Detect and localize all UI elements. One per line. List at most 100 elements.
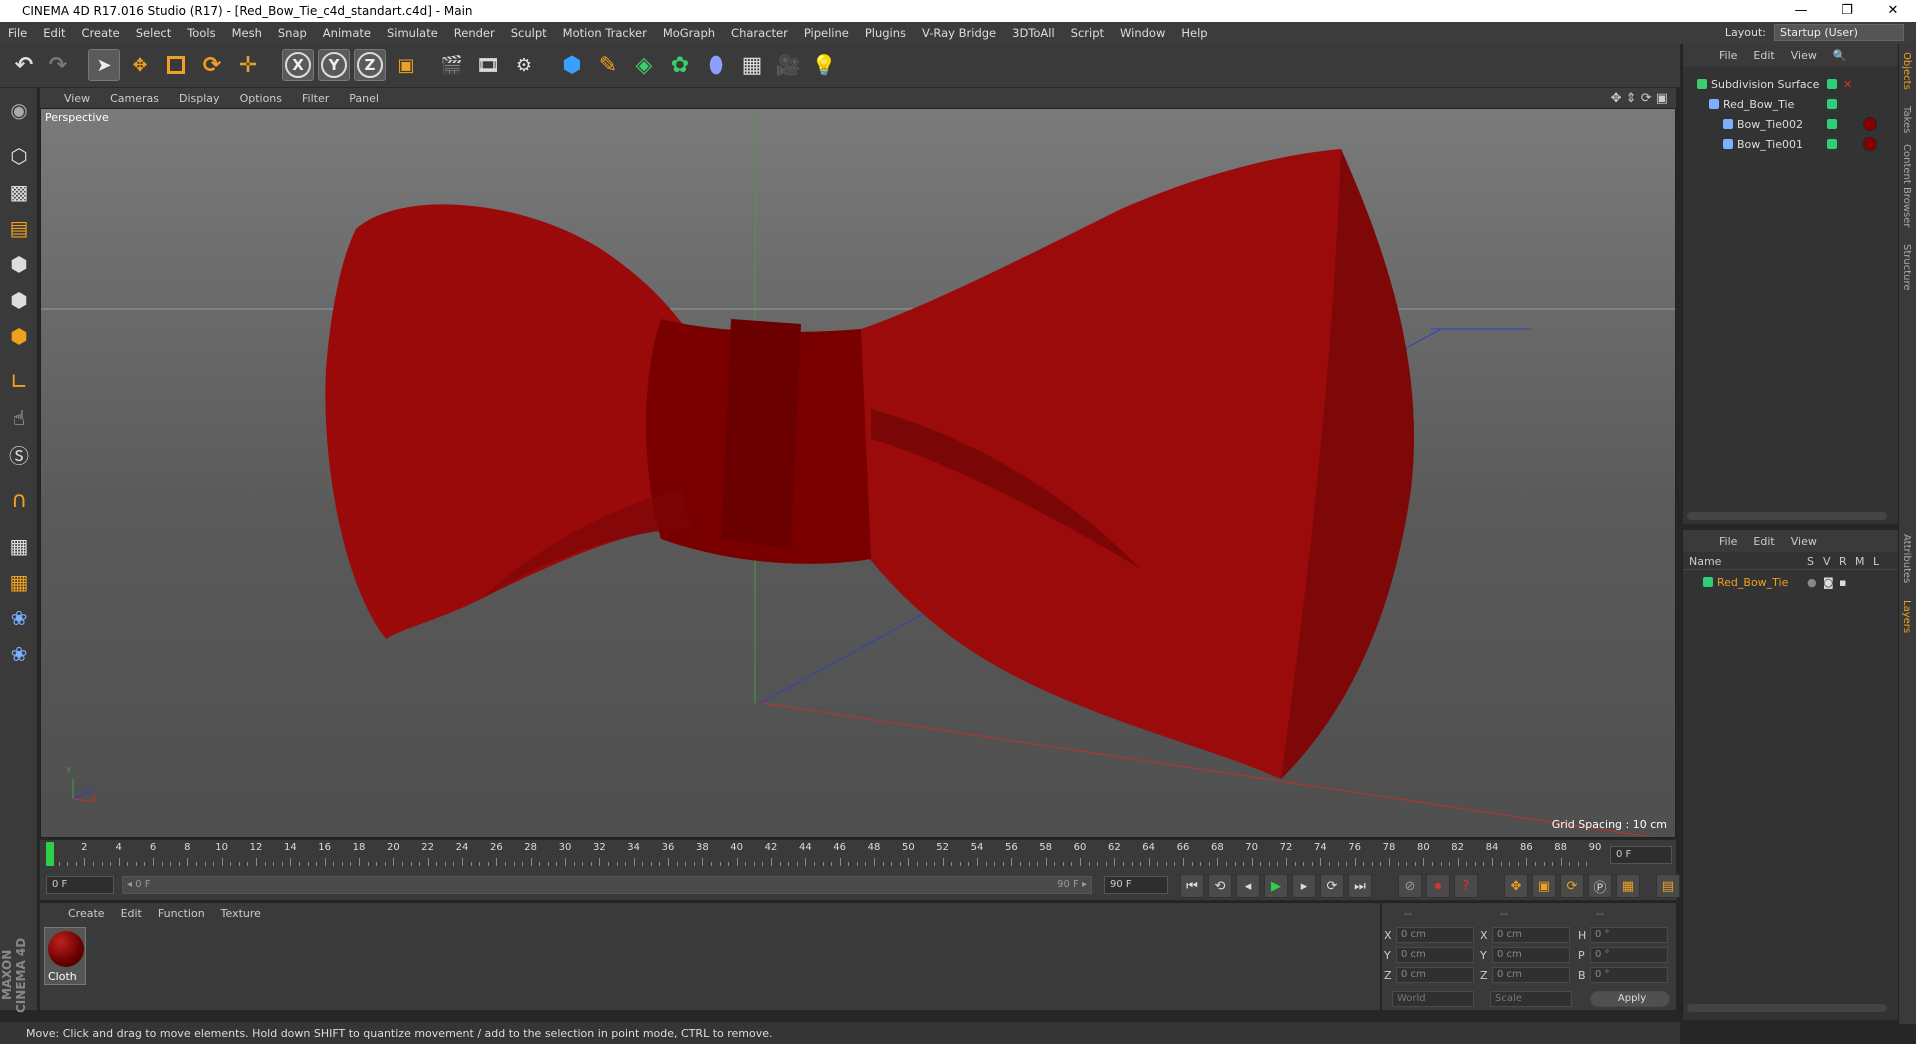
soft-selection-icon[interactable]: Ⓢ — [3, 438, 35, 470]
object-row[interactable]: Subdivision Surface ✕ — [1683, 74, 1899, 94]
transform-icon[interactable]: ✛ — [232, 49, 264, 81]
minimize-button[interactable]: — — [1778, 0, 1824, 22]
menu-pipeline[interactable]: Pipeline — [796, 26, 857, 40]
tab-structure[interactable]: Structure — [1901, 244, 1912, 291]
rotate-icon[interactable]: ⟳ — [196, 49, 228, 81]
cube-icon[interactable]: ⬢ — [556, 49, 588, 81]
menu-sculpt[interactable]: Sculpt — [503, 26, 555, 40]
material-menu-edit[interactable]: Edit — [113, 907, 150, 920]
world-select[interactable]: World — [1392, 991, 1474, 1007]
apply-button[interactable]: Apply — [1590, 991, 1670, 1007]
menu-snap[interactable]: Snap — [270, 26, 315, 40]
tab-objects[interactable]: Objects — [1901, 52, 1912, 90]
model-mode-icon[interactable]: ⬡ — [3, 140, 35, 172]
size-x-field[interactable]: 0 cm — [1492, 927, 1570, 943]
viewport-menu-display[interactable]: Display — [169, 92, 230, 105]
keyframe-selection-icon[interactable]: ⊘ — [1398, 874, 1422, 898]
render-settings-icon[interactable]: ⚙ — [508, 49, 540, 81]
size-y-field[interactable]: 0 cm — [1492, 947, 1570, 963]
python-script-icon[interactable]: ❀ — [3, 638, 35, 670]
size-z-field[interactable]: 0 cm — [1492, 967, 1570, 983]
next-frame-icon[interactable]: ▸ — [1292, 874, 1316, 898]
autokey-icon[interactable]: ? — [1454, 874, 1478, 898]
tweak-mode-icon[interactable]: ☝ — [3, 402, 35, 434]
layer-menu-file[interactable]: File — [1711, 535, 1745, 548]
tab-attributes[interactable]: Attributes — [1901, 534, 1912, 583]
undo-icon[interactable]: ↶ — [8, 49, 40, 81]
y-axis-lock-icon[interactable]: Y — [318, 49, 350, 81]
coordinate-system-icon[interactable]: ▣ — [390, 49, 422, 81]
tab-takes[interactable]: Takes — [1901, 106, 1912, 133]
object-scrollbar[interactable] — [1687, 512, 1887, 520]
viewport-menu-cameras[interactable]: Cameras — [100, 92, 169, 105]
viewport-nav-icons[interactable]: ✥ ⇕ ⟳ ▣ — [1611, 91, 1668, 106]
object-menu-file[interactable]: File — [1711, 49, 1745, 62]
viewport-menu-panel[interactable]: Panel — [339, 92, 389, 105]
current-frame-field[interactable]: 0 F — [1610, 846, 1672, 864]
menu-3dtoall[interactable]: 3DToAll — [1004, 26, 1063, 40]
material-tag-icon[interactable] — [1863, 117, 1877, 131]
close-button[interactable]: ✕ — [1870, 0, 1916, 22]
floor-icon[interactable]: ▦ — [736, 49, 768, 81]
menu-tools[interactable]: Tools — [179, 26, 223, 40]
lock-workplane-icon[interactable]: ▦ — [3, 530, 35, 562]
planar-workplane-icon[interactable]: ▦ — [3, 566, 35, 598]
record-icon[interactable]: ⏺ — [1426, 874, 1450, 898]
camera-icon[interactable]: 🎥 — [772, 49, 804, 81]
scale-icon[interactable] — [160, 49, 192, 81]
viewport-menu-filter[interactable]: Filter — [292, 92, 339, 105]
object-search-icon[interactable]: 🔍 — [1833, 49, 1847, 62]
menu-window[interactable]: Window — [1112, 26, 1173, 40]
position-z-field[interactable]: 0 cm — [1396, 967, 1474, 983]
python-icon[interactable]: ❀ — [3, 602, 35, 634]
menu-edit[interactable]: Edit — [35, 26, 73, 40]
move-icon[interactable]: ✥ — [124, 49, 156, 81]
layer-solo-toggle[interactable]: ● — [1807, 576, 1817, 589]
playhead[interactable] — [46, 842, 54, 866]
layer-visible-toggle[interactable]: ◙ — [1823, 576, 1834, 589]
start-frame-field[interactable]: 0 F — [46, 876, 114, 894]
object-menu-edit[interactable]: Edit — [1745, 49, 1782, 62]
menu-select[interactable]: Select — [128, 26, 179, 40]
rotation-b-field[interactable]: 0 ° — [1590, 967, 1668, 983]
layer-menu-view[interactable]: View — [1783, 535, 1825, 548]
menu-plugins[interactable]: Plugins — [857, 26, 914, 40]
rotation-h-field[interactable]: 0 ° — [1590, 927, 1668, 943]
go-to-end-icon[interactable]: ⏭ — [1348, 874, 1372, 898]
key-parameter-icon[interactable]: Ⓟ — [1588, 874, 1612, 898]
points-mode-icon[interactable]: ⬢ — [3, 248, 35, 280]
workplane-icon[interactable]: ▤ — [3, 212, 35, 244]
scale-select[interactable]: Scale — [1490, 991, 1572, 1007]
redo-icon[interactable]: ↷ — [42, 49, 74, 81]
menu-character[interactable]: Character — [723, 26, 796, 40]
layout-select[interactable]: Startup (User) — [1774, 24, 1904, 41]
previous-frame-icon[interactable]: ◂ — [1236, 874, 1260, 898]
key-pla-icon[interactable]: ▦ — [1616, 874, 1640, 898]
menu-script[interactable]: Script — [1063, 26, 1112, 40]
axis-mode-icon[interactable]: ∟ — [3, 366, 35, 398]
texture-mode-icon[interactable]: ▩ — [3, 176, 35, 208]
menu-motion-tracker[interactable]: Motion Tracker — [555, 26, 655, 40]
object-row[interactable]: Bow_Tie002 — [1683, 114, 1899, 134]
menu-simulate[interactable]: Simulate — [379, 26, 446, 40]
snap-magnet-icon[interactable]: ∩ — [3, 484, 35, 516]
live-selection-icon[interactable]: ➤ — [88, 49, 120, 81]
layer-row[interactable]: Red_Bow_Tie ● ◙ ▪ — [1683, 572, 1899, 592]
play-icon[interactable]: ▶ — [1264, 874, 1288, 898]
editor-visibility-dot[interactable] — [1827, 139, 1837, 149]
key-scale-icon[interactable]: ▣ — [1532, 874, 1556, 898]
previous-key-icon[interactable]: ⟲ — [1208, 874, 1232, 898]
layer-render-toggle[interactable]: ▪ — [1839, 576, 1846, 589]
object-row[interactable]: Red_Bow_Tie — [1683, 94, 1899, 114]
object-menu-view[interactable]: View — [1783, 49, 1825, 62]
viewport[interactable]: Perspective Y X Z Grid Spacing : 10 cm — [40, 108, 1676, 838]
menu-mesh[interactable]: Mesh — [224, 26, 270, 40]
tab-content-browser[interactable]: Content Browser — [1901, 144, 1912, 227]
subdivision-icon[interactable]: ◈ — [628, 49, 660, 81]
make-editable-icon[interactable]: ◉ — [3, 94, 35, 126]
timeline-ruler[interactable]: 0246810121416182022242628303234363840424… — [40, 840, 1676, 870]
menu-mograph[interactable]: MoGraph — [655, 26, 723, 40]
position-x-field[interactable]: 0 cm — [1396, 927, 1474, 943]
mograph-cloner-icon[interactable]: ✿ — [664, 49, 696, 81]
material-tag-icon[interactable] — [1863, 137, 1877, 151]
